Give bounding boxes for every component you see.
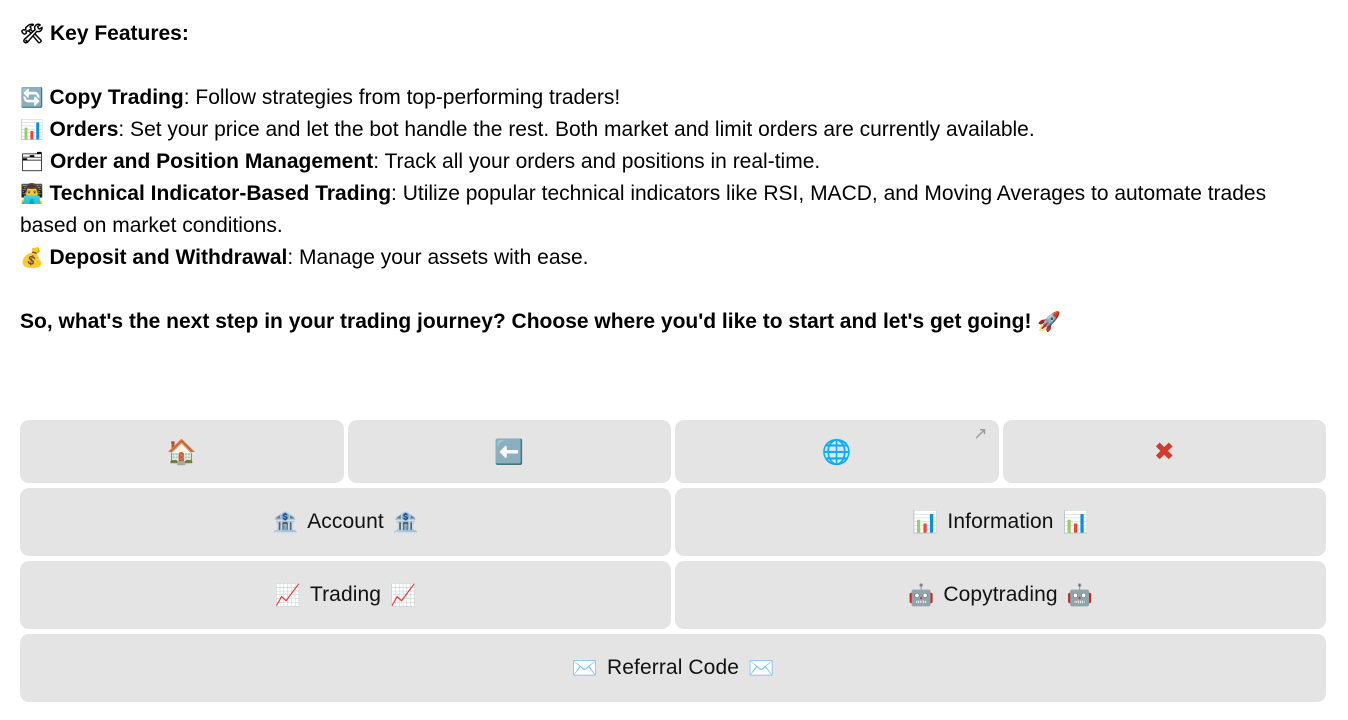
- close-x-icon: ✖: [1153, 437, 1175, 466]
- bank-icon-left: 🏦: [272, 509, 299, 534]
- external-link-icon: ↗: [973, 424, 988, 444]
- home-icon: 🏠: [166, 437, 197, 466]
- keyboard-button-account-label: Account: [307, 510, 384, 533]
- feature-title-order-position-management: Order and Position Management: [49, 150, 374, 173]
- message-heading: 🛠 Key Features:: [20, 18, 1328, 50]
- keyboard-button-copytrading[interactable]: 🤖 Copytrading 🤖: [675, 561, 1326, 629]
- feature-item-deposit-withdrawal: 💰 Deposit and Withdrawal: Manage your as…: [20, 242, 1328, 274]
- keyboard-button-back[interactable]: ⬅️: [347, 420, 671, 483]
- keyboard-row-account-information: 🏦 Account 🏦 📊 Information 📊: [20, 488, 1326, 556]
- feature-title-technical-indicator-trading: Technical Indicator-Based Trading: [49, 182, 392, 205]
- call-to-action-text: So, what's the next step in your trading…: [20, 310, 1032, 333]
- bot-message: 🛠 Key Features: 🔄 Copy Trading: Follow s…: [0, 0, 1348, 338]
- feature-item-copy-trading: 🔄 Copy Trading: Follow strategies from t…: [20, 82, 1328, 114]
- envelope-icon-right: ✉️: [748, 655, 775, 680]
- keyboard-button-information[interactable]: 📊 Information 📊: [675, 488, 1326, 556]
- keyboard-button-trading-label: Trading: [309, 583, 382, 606]
- feature-list: 🔄 Copy Trading: Follow strategies from t…: [20, 82, 1328, 274]
- globe-icon: 🌐: [821, 437, 852, 466]
- keyboard-button-information-label: Information: [947, 510, 1054, 533]
- inline-keyboard: 🏠 ⬅️ 🌐 ↗ ✖ 🏦 Account 🏦 📊 Information 📊 📈…: [20, 420, 1326, 707]
- keyboard-button-account[interactable]: 🏦 Account 🏦: [20, 488, 671, 556]
- feature-title-deposit-withdrawal: Deposit and Withdrawal: [49, 246, 288, 269]
- feature-title-orders: Orders: [49, 118, 119, 141]
- keyboard-button-home[interactable]: 🏠: [20, 420, 344, 483]
- card-index-dividers-icon: 🗂: [20, 151, 45, 173]
- feature-item-technical-indicator-trading: 👨‍💻 Technical Indicator-Based Trading: U…: [20, 178, 1328, 242]
- rocket-icon: 🚀: [1037, 311, 1061, 333]
- keyboard-button-referral-code[interactable]: ✉️ Referral Code ✉️: [20, 634, 1326, 702]
- money-bag-icon: 💰: [20, 247, 44, 269]
- feature-body-orders: : Set your price and let the bot handle …: [118, 118, 1035, 141]
- feature-title-copy-trading: Copy Trading: [49, 86, 184, 109]
- feature-item-orders: 📊 Orders: Set your price and let the bot…: [20, 114, 1328, 146]
- robot-icon-left: 🤖: [908, 582, 935, 607]
- keyboard-button-website[interactable]: 🌐 ↗: [675, 420, 999, 483]
- chart-increasing-icon-left: 📈: [274, 582, 301, 607]
- bar-chart-icon-right: 📊: [1062, 509, 1089, 534]
- keyboard-button-close[interactable]: ✖: [1002, 420, 1326, 483]
- orders-bar-chart-icon: 📊: [20, 119, 44, 141]
- envelope-icon-left: ✉️: [571, 655, 598, 680]
- chart-increasing-icon-right: 📈: [390, 582, 417, 607]
- technologist-icon: 👨‍💻: [20, 183, 44, 205]
- keyboard-button-referral-code-label: Referral Code: [606, 656, 740, 679]
- keyboard-row-referral: ✉️ Referral Code ✉️: [20, 634, 1326, 702]
- bank-icon-right: 🏦: [392, 509, 419, 534]
- feature-body-copy-trading: : Follow strategies from top-performing …: [183, 86, 621, 109]
- back-arrow-icon: ⬅️: [494, 437, 525, 466]
- bar-chart-icon-left: 📊: [912, 509, 939, 534]
- keyboard-button-copytrading-label: Copytrading: [943, 583, 1058, 606]
- keyboard-row-trading-copytrading: 📈 Trading 📈 🤖 Copytrading 🤖: [20, 561, 1326, 629]
- feature-item-order-position-management: 🗂 Order and Position Management: Track a…: [20, 146, 1328, 178]
- tools-icon: 🛠: [20, 23, 45, 45]
- message-heading-text: Key Features:: [49, 22, 189, 45]
- feature-body-order-position-management: : Track all your orders and positions in…: [373, 150, 821, 173]
- copy-trading-icon: 🔄: [20, 87, 44, 109]
- robot-icon-right: 🤖: [1066, 582, 1093, 607]
- call-to-action: So, what's the next step in your trading…: [20, 306, 1328, 338]
- feature-body-deposit-withdrawal: : Manage your assets with ease.: [287, 246, 589, 269]
- keyboard-row-navigation: 🏠 ⬅️ 🌐 ↗ ✖: [20, 420, 1326, 483]
- keyboard-button-trading[interactable]: 📈 Trading 📈: [20, 561, 671, 629]
